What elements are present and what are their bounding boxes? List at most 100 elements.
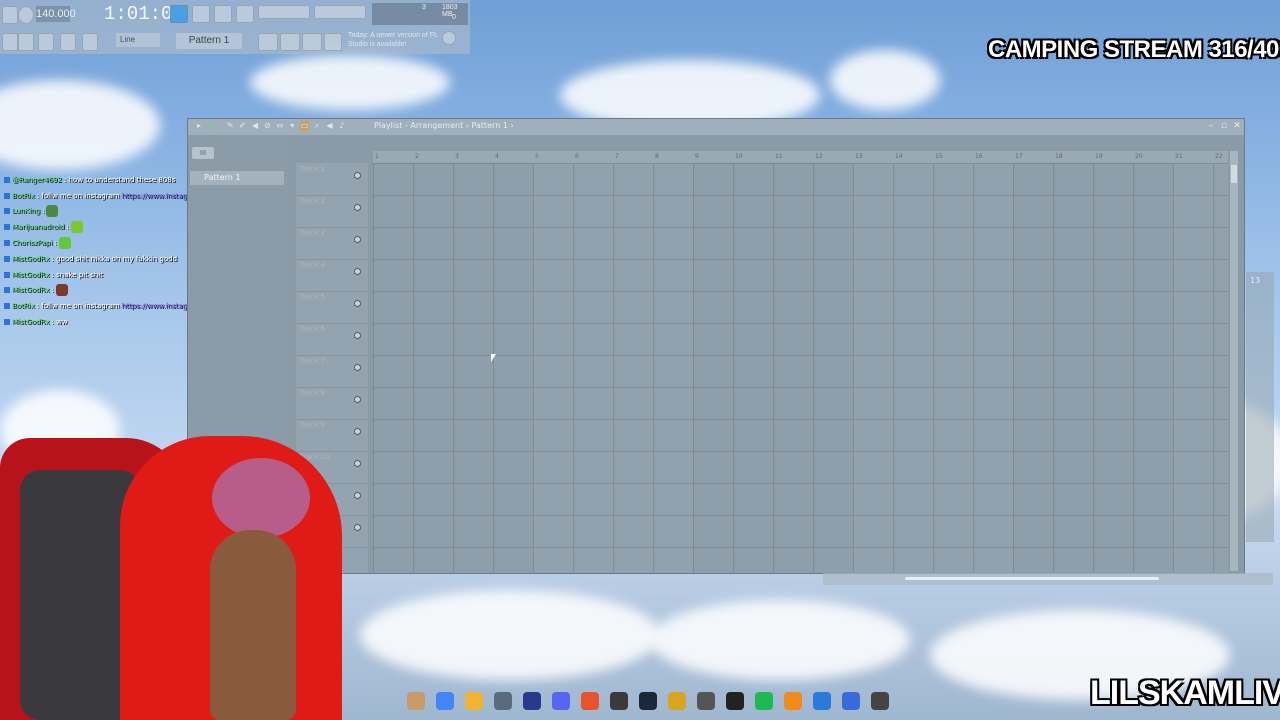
ctrl-button[interactable]	[280, 33, 300, 51]
track-mute-led-icon[interactable]	[354, 236, 361, 243]
badge-icon	[4, 271, 10, 278]
select-tool-icon[interactable]: ▭	[300, 121, 309, 131]
ableton-icon[interactable]	[697, 692, 715, 710]
shift-button[interactable]	[258, 33, 278, 51]
picker-toggle-button[interactable]: III	[192, 147, 214, 159]
stream-title: CAMPING STREAM 316/400	[988, 36, 1280, 63]
pattern-selector[interactable]: Pattern 1	[176, 33, 242, 49]
mic-icon[interactable]	[82, 33, 98, 51]
delete-tool-icon[interactable]: ◀	[251, 121, 259, 131]
close-icon[interactable]: ✕	[1232, 121, 1242, 131]
track-mute-led-icon[interactable]	[354, 204, 361, 211]
news-icon[interactable]	[442, 31, 456, 45]
capcut-icon[interactable]	[726, 692, 744, 710]
track-label: Track 8	[300, 389, 325, 397]
speaker-icon[interactable]: ♪	[338, 121, 346, 131]
chrome-icon[interactable]	[436, 692, 454, 710]
countdown-button[interactable]	[236, 5, 254, 23]
track-header[interactable]: Track 8	[296, 387, 368, 420]
mute-tool-icon[interactable]: ⊘	[263, 121, 271, 131]
wait-button[interactable]	[214, 5, 232, 23]
ruler-tick-label: 22	[1215, 153, 1223, 160]
xcode-icon[interactable]	[813, 692, 831, 710]
folder-icon[interactable]	[465, 692, 483, 710]
maximize-icon[interactable]: ▫	[1219, 121, 1229, 131]
ruler-tick-label: 20	[1135, 153, 1143, 160]
game-icon[interactable]	[668, 692, 686, 710]
ruler-tick-label: 9	[695, 153, 699, 160]
ruler-tick-label: 8	[655, 153, 659, 160]
menu-arrow-icon[interactable]: ▸	[194, 121, 204, 131]
browser-icon[interactable]	[60, 33, 76, 51]
track-mute-led-icon[interactable]	[354, 524, 361, 531]
track-mute-led-icon[interactable]	[354, 268, 361, 275]
slip-tool-icon[interactable]: ⇔	[276, 121, 284, 131]
mixer-insert-number: 13	[1250, 276, 1261, 285]
vertical-scrollbar[interactable]	[1230, 151, 1238, 571]
arrangement-grid[interactable]	[373, 163, 1228, 573]
discord-icon[interactable]	[552, 692, 570, 710]
notepad-icon[interactable]	[842, 692, 860, 710]
track-mute-led-icon[interactable]	[354, 172, 361, 179]
play-icon[interactable]	[871, 692, 889, 710]
streamer-face	[210, 530, 296, 720]
paint-tool-icon[interactable]: ✐	[238, 121, 246, 131]
master-pitch-slider[interactable]	[314, 5, 366, 19]
metronome-button[interactable]	[192, 5, 210, 23]
track-mute-led-icon[interactable]	[354, 428, 361, 435]
alt-button[interactable]	[302, 33, 322, 51]
app-icon[interactable]	[407, 692, 425, 710]
track-mute-led-icon[interactable]	[354, 492, 361, 499]
ruler-tick-label: 10	[735, 153, 743, 160]
spotify-icon[interactable]	[755, 692, 773, 710]
snap-icon[interactable]	[2, 33, 18, 51]
track-mute-led-icon[interactable]	[354, 332, 361, 339]
pattern-mode-button[interactable]	[170, 5, 188, 23]
track-mute-led-icon[interactable]	[354, 364, 361, 371]
track-mute-led-icon[interactable]	[354, 460, 361, 467]
playback-tool-icon[interactable]: ◀	[325, 121, 333, 131]
horizontal-scroll-thumb[interactable]	[905, 577, 1159, 580]
track-header[interactable]: Track 4	[296, 259, 368, 292]
minimize-icon[interactable]: –	[1206, 121, 1216, 131]
track-header[interactable]: Track 1	[296, 163, 368, 196]
ruler-tick-label: 4	[495, 153, 499, 160]
record-button[interactable]	[18, 6, 34, 24]
slice-tool-icon[interactable]: ▾	[288, 121, 296, 131]
track-header[interactable]: Track 2	[296, 195, 368, 228]
steam-icon[interactable]	[639, 692, 657, 710]
chat-text: : how to understand these 808s	[63, 175, 176, 184]
mixer-strip[interactable]	[1246, 272, 1274, 542]
bar-shade	[533, 163, 693, 573]
snap-icon[interactable]: ◎	[206, 121, 216, 131]
online-icon[interactable]	[324, 33, 342, 51]
pattern-item[interactable]: Pattern 1	[190, 171, 284, 185]
track-header[interactable]: Track 3	[296, 227, 368, 260]
track-mute-led-icon[interactable]	[354, 300, 361, 307]
calculator-icon[interactable]	[494, 692, 512, 710]
channel-rack-icon[interactable]	[38, 33, 54, 51]
playlist-titlebar[interactable]: ▸ ◎ ✎ ✐ ◀ ⊘ ⇔ ▾ ▭ ⌕ ◀ ♪ Playlist - Arran…	[188, 119, 1244, 135]
mixer-icon[interactable]	[18, 33, 34, 51]
play-button[interactable]	[2, 6, 18, 24]
ruler-tick-label: 13	[855, 153, 863, 160]
obs-icon[interactable]	[610, 692, 628, 710]
master-volume-slider[interactable]	[258, 5, 310, 19]
fl-toolbar: 140.000 1:01:00 3 1803 MB 0 Line Pattern…	[0, 0, 470, 54]
timeline-ruler[interactable]: 1 2 3 4 5 6 7 8 9 10 11 12 13 14 15 16 17 18 19 20 21 22	[373, 151, 1228, 163]
brave-icon[interactable]	[581, 692, 599, 710]
track-header[interactable]: Track 6	[296, 323, 368, 356]
track-mute-led-icon[interactable]	[354, 396, 361, 403]
track-header[interactable]: Track 9	[296, 419, 368, 452]
track-header[interactable]: Track 5	[296, 291, 368, 324]
ruler-tick-label: 16	[975, 153, 983, 160]
chat-text: :	[54, 239, 57, 248]
photoshop-icon[interactable]	[523, 692, 541, 710]
draw-tool-icon[interactable]: ✎	[226, 121, 234, 131]
vertical-scroll-thumb[interactable]	[1231, 165, 1237, 183]
fl-studio-icon[interactable]	[784, 692, 802, 710]
snap-select[interactable]: Line	[116, 33, 160, 47]
tempo-display[interactable]: 140.000	[36, 6, 76, 22]
track-header[interactable]: Track 7	[296, 355, 368, 388]
zoom-tool-icon[interactable]: ⌕	[313, 121, 321, 131]
